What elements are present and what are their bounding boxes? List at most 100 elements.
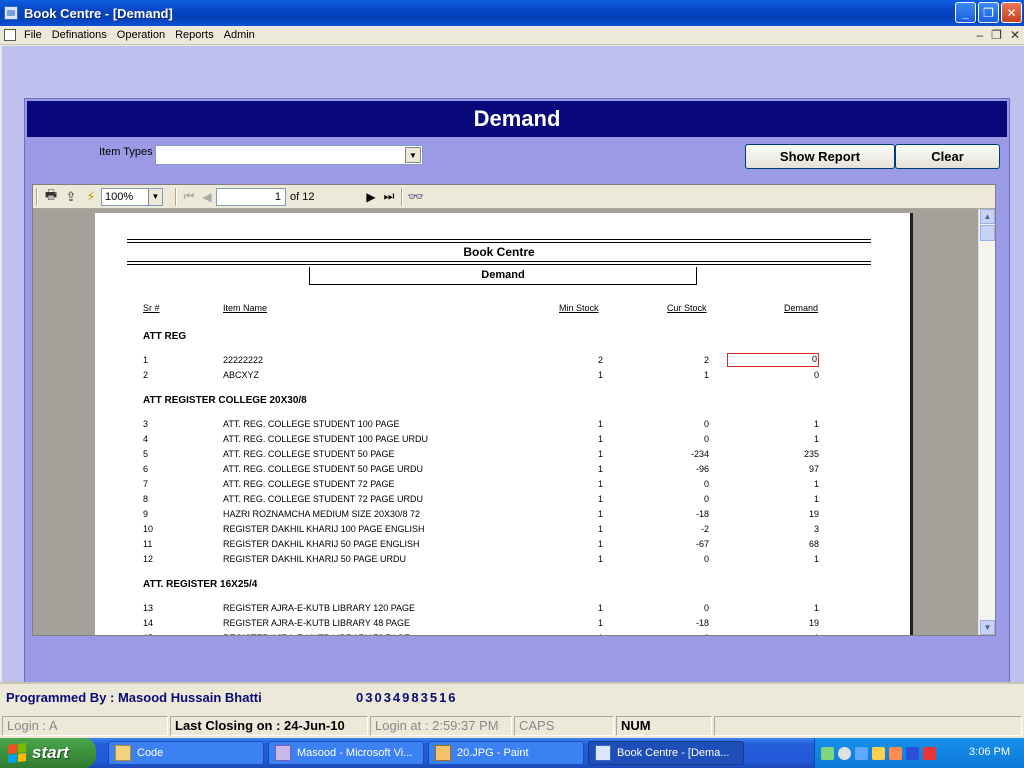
cell-demand: 19 [808, 509, 819, 519]
volume-icon[interactable] [838, 746, 851, 760]
menu-admin[interactable]: Admin [224, 29, 255, 41]
cell-cur-stock: -18 [695, 618, 709, 628]
system-tray: 3:06 PM [814, 738, 1024, 768]
refresh-icon[interactable]: ⚡ [81, 187, 101, 207]
table-row[interactable]: 5 ATT. REG. COLLEGE STUDENT 50 PAGE 1 -234 2… [95, 449, 910, 463]
table-row[interactable]: 3 ATT. REG. COLLEGE STUDENT 100 PAGE 1 0 1 [95, 419, 910, 433]
close-button[interactable]: ✕ [1001, 2, 1022, 23]
cell-sr: 1 [143, 355, 149, 365]
scroll-thumb[interactable] [980, 225, 995, 241]
top-rule [127, 242, 871, 243]
show-report-button[interactable]: Show Report [745, 144, 895, 169]
viewer-toolbar: 🖶 ⇪ ⚡ 100% ▼ ⏮ ◀ 1 of 12 ▶ ⏭ 👓 [33, 185, 995, 209]
status-last-closing: Last Closing on : 24-Jun-10 [170, 716, 368, 736]
cell-demand: 3 [813, 524, 819, 534]
cell-min-stock: 1 [597, 524, 603, 534]
menu-file[interactable]: File [24, 29, 42, 41]
cell-demand: 97 [808, 464, 819, 474]
cell-item-name: REGISTER AJRA-E-KUTB LIBRARY 48 PAGE [223, 618, 411, 628]
toolbar-separator [175, 187, 177, 206]
header-sr: Sr # [143, 303, 160, 313]
page-number-input[interactable]: 1 [216, 187, 286, 206]
vertical-scrollbar[interactable]: ▲ ▼ [978, 209, 995, 635]
messenger-icon[interactable] [855, 746, 868, 760]
title-bar[interactable]: Book Centre - [Demand] _ ❐ ✕ [0, 0, 1024, 26]
document-icon[interactable] [4, 29, 16, 41]
security-icon[interactable] [923, 746, 936, 760]
task-code[interactable]: Code [108, 741, 264, 765]
minimize-button[interactable]: _ [955, 2, 976, 23]
restore-button[interactable]: ❐ [978, 2, 999, 23]
zoom-select[interactable]: 100% ▼ [101, 187, 163, 206]
mdi-minimize-icon[interactable]: – [976, 28, 983, 42]
table-row[interactable]: 11 REGISTER DAKHIL KHARIJ 50 PAGE ENGLISH… [95, 539, 910, 553]
table-row[interactable]: 8 ATT. REG. COLLEGE STUDENT 72 PAGE URDU 1… [95, 494, 910, 508]
last-page-icon[interactable]: ⏭ [380, 188, 398, 206]
cell-demand: 1 [727, 633, 819, 635]
cell-item-name: REGISTER AJRA-E-KUTB LIBRARY 72 PAGE [223, 633, 410, 635]
table-row[interactable]: 4 ATT. REG. COLLEGE STUDENT 100 PAGE URDU… [95, 434, 910, 448]
cell-cur-stock: 0 [703, 419, 709, 429]
cell-demand: 1 [813, 434, 819, 444]
header-item-name: Item Name [223, 303, 268, 313]
cell-min-stock: 1 [597, 494, 603, 504]
scroll-up-icon[interactable]: ▲ [980, 209, 995, 224]
export-icon[interactable]: ⇪ [61, 187, 81, 207]
first-page-icon[interactable]: ⏮ [180, 188, 198, 206]
table-row[interactable]: 2 ABCXYZ 1 1 0 [95, 370, 910, 384]
cell-demand: 68 [808, 539, 819, 549]
mid-rule [127, 264, 871, 265]
table-row[interactable]: 6 ATT. REG. COLLEGE STUDENT 50 PAGE URDU 1… [95, 464, 910, 478]
mdi-restore-icon[interactable]: ❐ [991, 28, 1002, 42]
cell-demand: 19 [808, 618, 819, 628]
tray-app-icon[interactable] [889, 746, 902, 760]
header-cur-stock: Cur Stock [667, 303, 707, 313]
table-row[interactable]: 12 REGISTER DAKHIL KHARIJ 50 PAGE URDU 1 0 1 [95, 554, 910, 568]
table-row[interactable]: 1 22222222 2 2 0 [95, 353, 910, 369]
item-types-label: Item Types [99, 146, 153, 158]
tray-app-icon[interactable] [906, 746, 919, 760]
table-row[interactable]: 9 HAZRI ROZNAMCHA MEDIUM SIZE 20X30/8 72 1… [95, 509, 910, 523]
chevron-down-icon[interactable]: ▼ [148, 188, 162, 205]
taskbar: start Code Masood - Microsoft Vi... 20.J… [0, 738, 1024, 768]
cell-item-name: ABCXYZ [223, 370, 260, 380]
app-icon[interactable] [4, 6, 18, 20]
table-row[interactable]: 14 REGISTER AJRA-E-KUTB LIBRARY 48 PAGE 1 -… [95, 618, 910, 632]
cell-demand: 235 [803, 449, 819, 459]
next-page-icon[interactable]: ▶ [362, 188, 380, 206]
cell-min-stock: 1 [597, 479, 603, 489]
cell-sr: 10 [143, 524, 154, 534]
task-label: Code [137, 747, 164, 759]
table-row[interactable]: 7 ATT. REG. COLLEGE STUDENT 72 PAGE 1 0 1 [95, 479, 910, 493]
cell-item-name: ATT. REG. COLLEGE STUDENT 72 PAGE [223, 479, 395, 489]
cell-min-stock: 1 [597, 370, 603, 380]
item-types-combo[interactable]: ▼ [155, 145, 423, 165]
scroll-down-icon[interactable]: ▼ [980, 620, 995, 635]
cell-cur-stock: 0 [703, 554, 709, 564]
cell-item-name: REGISTER AJRA-E-KUTB LIBRARY 120 PAGE [223, 603, 416, 613]
task-paint[interactable]: 20.JPG - Paint [428, 741, 584, 765]
task-visual-studio[interactable]: Masood - Microsoft Vi... [268, 741, 424, 765]
task-book-centre[interactable]: Book Centre - [Dema... [588, 741, 744, 765]
table-row[interactable]: 15 REGISTER AJRA-E-KUTB LIBRARY 72 PAGE 1 0… [95, 633, 910, 635]
cell-min-stock: 1 [597, 434, 603, 444]
binoculars-icon[interactable]: 👓 [406, 187, 426, 207]
menu-reports[interactable]: Reports [175, 29, 214, 41]
table-row[interactable]: 10 REGISTER DAKHIL KHARIJ 100 PAGE ENGLIS… [95, 524, 910, 538]
cell-demand: 0 [813, 370, 819, 380]
chevron-down-icon[interactable]: ▼ [405, 147, 421, 163]
menu-operation[interactable]: Operation [117, 29, 165, 41]
app-icon [595, 745, 611, 761]
table-row[interactable]: 13 REGISTER AJRA-E-KUTB LIBRARY 120 PAGE 1… [95, 603, 910, 617]
menu-bar: File Definations Operation Reports Admin… [0, 26, 1024, 45]
network-icon[interactable] [821, 746, 834, 760]
menu-definations[interactable]: Definations [52, 29, 107, 41]
start-button[interactable]: start [0, 738, 96, 768]
mdi-close-icon[interactable]: ✕ [1010, 28, 1020, 42]
clear-button[interactable]: Clear [895, 144, 1000, 169]
tray-app-icon[interactable] [872, 746, 885, 760]
info-bar: Programmed By : Masood Hussain Bhatti 03… [0, 682, 1024, 712]
previous-page-icon[interactable]: ◀ [198, 188, 216, 206]
cell-min-stock: 1 [597, 554, 603, 564]
print-icon[interactable]: 🖶 [41, 187, 61, 207]
